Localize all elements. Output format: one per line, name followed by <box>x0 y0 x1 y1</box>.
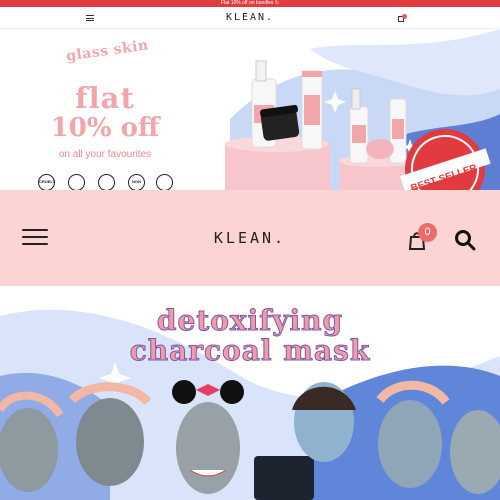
models-group-image <box>0 380 500 500</box>
certified-badge-icon <box>68 174 85 190</box>
certification-badges: CRUELTY FREE NON <box>38 174 183 190</box>
natural-badge-icon <box>156 174 173 190</box>
non-toxic-badge-icon: NON <box>128 174 145 190</box>
hero-product-visual <box>225 29 500 190</box>
cruelty-free-badge-icon: CRUELTY FREE <box>38 174 55 190</box>
hero-subtitle: on all your favourites <box>58 149 152 160</box>
mini-header: KLEAN. <box>0 7 500 29</box>
announcement-text: Flat 10% off on bundles ↻ <box>220 0 280 6</box>
cart-count-badge: 0 <box>418 223 437 242</box>
mini-cart-icon[interactable] <box>398 14 407 22</box>
hero-headline-line2: 10% off <box>50 113 160 143</box>
hero-text-block: glass skin flat 10% off on all your favo… <box>0 29 210 190</box>
hero-headline-line1: flat <box>75 81 135 115</box>
promo-title-line1: detoxifying <box>156 304 344 338</box>
cart-button[interactable]: 0 <box>408 223 440 251</box>
announcement-bar: Flat 10% off on bundles ↻ <box>0 0 500 7</box>
mini-logo[interactable]: KLEAN. <box>0 12 500 23</box>
search-icon[interactable] <box>454 229 476 251</box>
promo-banner[interactable]: detoxifying charcoal mask <box>0 286 500 500</box>
vegan-badge-icon <box>98 174 115 190</box>
hero-tag: glass skin <box>65 37 150 65</box>
hero-banner[interactable]: glass skin flat 10% off on all your favo… <box>0 29 500 190</box>
promo-title-line2: charcoal mask <box>129 334 371 368</box>
